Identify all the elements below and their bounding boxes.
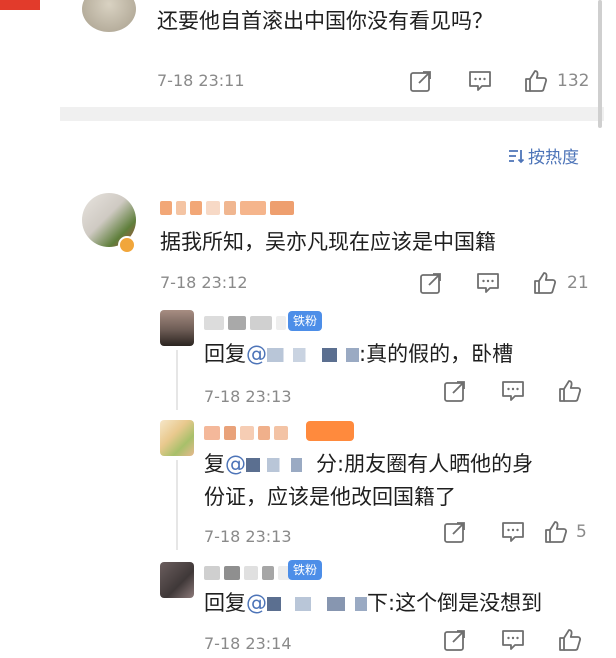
- thumbs-up-icon[interactable]: [523, 68, 549, 94]
- reply-body: :真的假的，卧槽: [359, 342, 514, 366]
- username-blurred[interactable]: [204, 312, 286, 334]
- comment-icon[interactable]: [475, 270, 501, 296]
- reply-text: 复@ 分:朋友圈有人晒他的身: [204, 448, 533, 480]
- scrollbar[interactable]: [598, 0, 602, 128]
- username-blurred[interactable]: [160, 197, 294, 219]
- thread-line: [176, 350, 178, 410]
- reply-prefix: 回复: [204, 591, 246, 615]
- thumbs-up-icon[interactable]: [543, 519, 569, 545]
- avatar[interactable]: [160, 310, 194, 346]
- reply-text: 回复@ 下:这个倒是没想到: [204, 587, 542, 619]
- mention-link[interactable]: @: [246, 342, 267, 366]
- username-blurred[interactable]: [204, 422, 288, 444]
- verified-badge-icon: [118, 236, 136, 254]
- mention-link[interactable]: @: [225, 452, 246, 476]
- fan-badge: [306, 421, 354, 441]
- like-count: 21: [567, 273, 589, 293]
- share-icon[interactable]: [418, 270, 444, 296]
- reply-body: 分:朋友圈有人晒他的身: [316, 452, 534, 476]
- fan-badge: 铁粉: [288, 560, 323, 580]
- mention-blurred[interactable]: [246, 458, 316, 472]
- share-icon[interactable]: [408, 68, 434, 94]
- reply-prefix: 复: [204, 452, 225, 476]
- comment-icon[interactable]: [500, 378, 526, 404]
- thumbs-up-icon[interactable]: [532, 270, 558, 296]
- timestamp: 7-18 23:13: [204, 527, 292, 546]
- mention-blurred[interactable]: [267, 597, 367, 611]
- comment-icon[interactable]: [500, 519, 526, 545]
- section-divider: [60, 107, 604, 121]
- comment-icon[interactable]: [500, 627, 526, 653]
- reply-text-line2: 份证，应该是他改回国籍了: [204, 485, 456, 509]
- mention-blurred[interactable]: [267, 348, 359, 362]
- reply-body: 下:这个倒是没想到: [367, 591, 543, 615]
- avatar[interactable]: [160, 420, 194, 456]
- timestamp: 7-18 23:12: [160, 273, 248, 292]
- thread-line: [176, 460, 178, 550]
- timestamp: 7-18 23:11: [157, 71, 245, 90]
- comment-text: 还要他自首滚出中国你没有看见吗？: [157, 9, 493, 33]
- share-icon[interactable]: [442, 627, 468, 653]
- reply-prefix: 回复: [204, 342, 246, 366]
- sort-icon: [507, 147, 525, 165]
- share-icon[interactable]: [442, 378, 468, 404]
- comment-text: 据我所知，吴亦凡现在应该是中国籍: [160, 230, 496, 254]
- avatar[interactable]: [160, 562, 194, 598]
- thumbs-up-icon[interactable]: [557, 627, 583, 653]
- sort-label: 按热度: [528, 148, 579, 168]
- timestamp: 7-18 23:13: [204, 387, 292, 406]
- username-blurred[interactable]: [204, 562, 290, 584]
- red-corner-decoration: [0, 0, 40, 10]
- comment-icon[interactable]: [467, 68, 493, 94]
- reply-text: 回复@ :真的假的，卧槽: [204, 338, 513, 370]
- mention-link[interactable]: @: [246, 591, 267, 615]
- like-count: 5: [576, 522, 587, 542]
- avatar[interactable]: [82, 0, 136, 32]
- sort-button[interactable]: 按热度: [507, 143, 579, 168]
- timestamp: 7-18 23:14: [204, 634, 292, 653]
- fan-badge: 铁粉: [288, 311, 323, 331]
- thumbs-up-icon[interactable]: [557, 378, 583, 404]
- share-icon[interactable]: [442, 519, 468, 545]
- like-count: 132: [557, 71, 590, 91]
